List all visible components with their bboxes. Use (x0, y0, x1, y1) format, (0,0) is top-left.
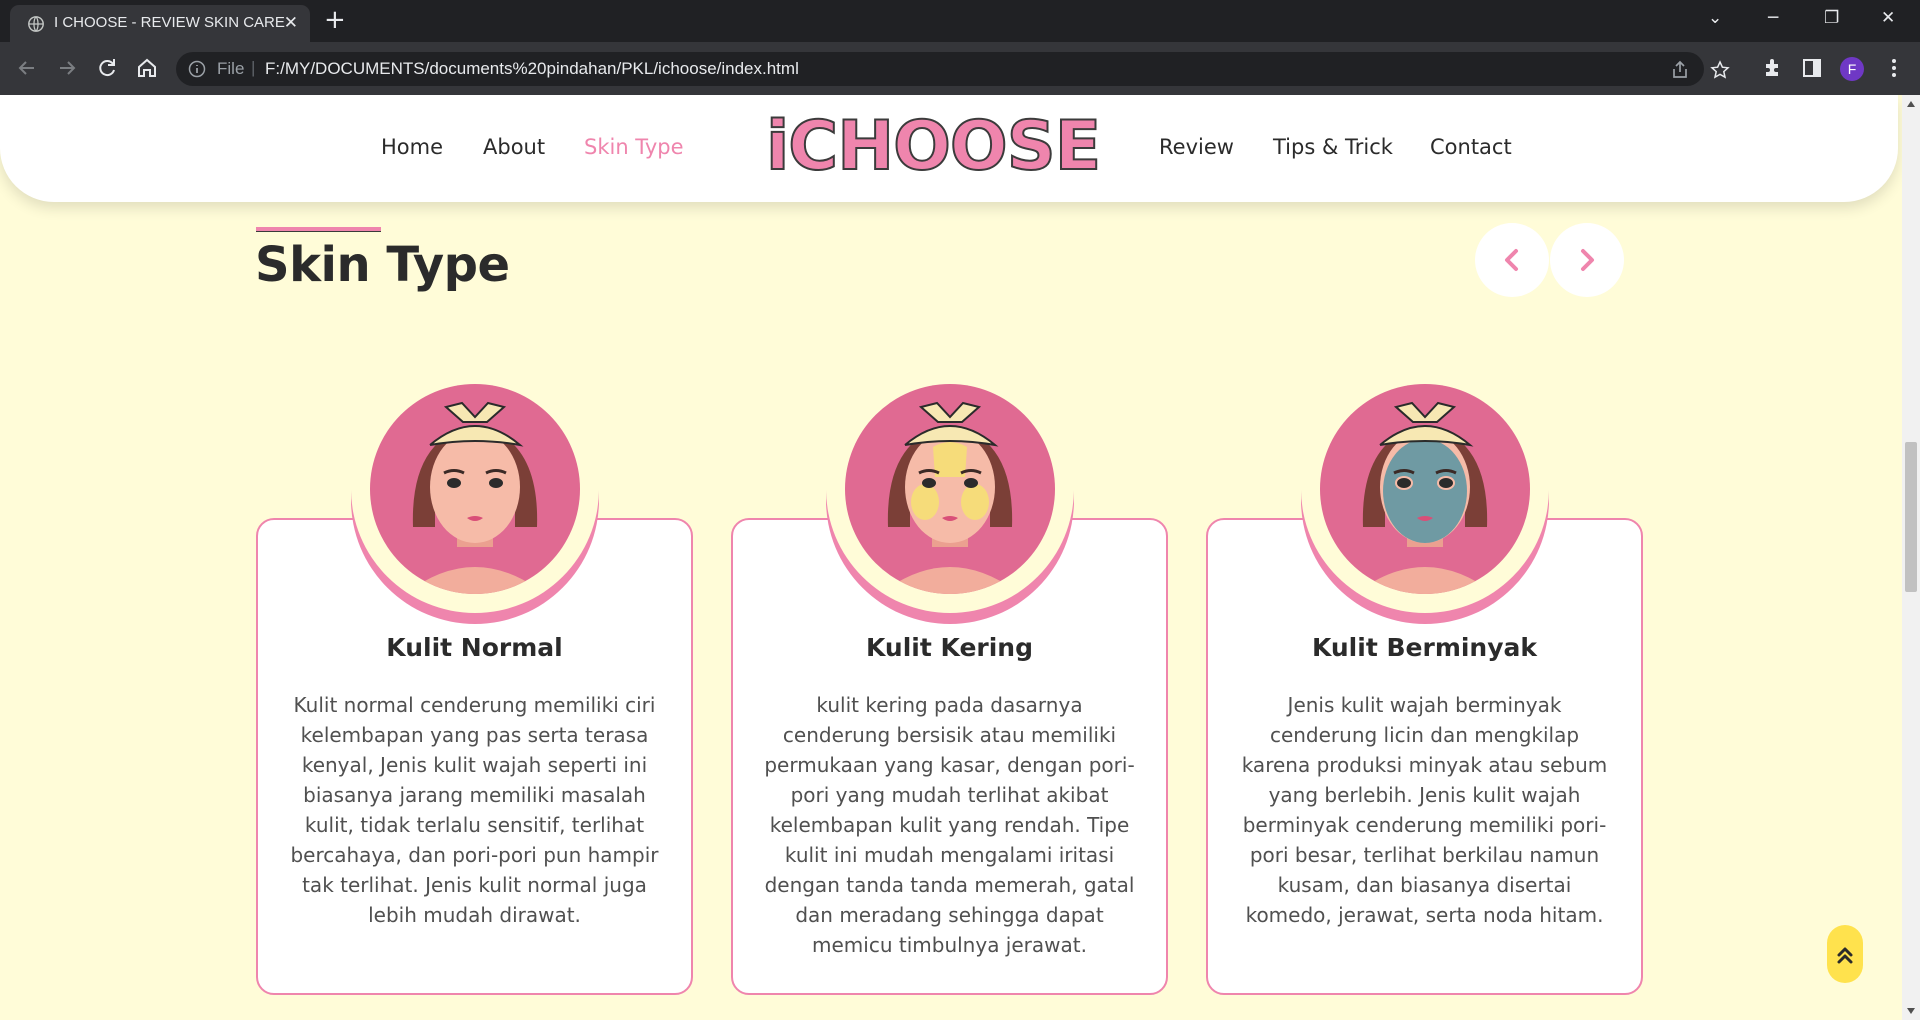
card-title: Kulit Kering (865, 633, 1033, 662)
minimize-icon[interactable]: ─ (1768, 8, 1778, 28)
share-icon[interactable] (1670, 60, 1690, 80)
browser-toolbar: File | F:/MY/DOCUMENTS/documents%20pinda… (0, 42, 1920, 95)
nav-home[interactable]: Home (381, 135, 443, 159)
card-description: Jenis kulit wajah berminyak cenderung li… (1241, 693, 1608, 927)
browser-tab-strip: I CHOOSE - REVIEW SKIN CARE ✕ + ⌄ ─ ❐ ✕ (0, 0, 1920, 42)
nav-contact[interactable]: Contact (1430, 135, 1512, 159)
bookmark-star-icon[interactable] (1710, 60, 1730, 80)
nav-review[interactable]: Review (1159, 135, 1234, 159)
chevron-left-icon (1505, 249, 1518, 271)
extensions-puzzle-icon[interactable] (1762, 57, 1784, 79)
restore-icon[interactable]: ❐ (1824, 8, 1839, 28)
browser-tab[interactable]: I CHOOSE - REVIEW SKIN CARE ✕ (10, 5, 310, 42)
page-viewport: Home About Skin Type iCHOOSE Review Tips… (0, 95, 1902, 1020)
forward-arrow-icon[interactable] (54, 55, 80, 81)
card-description: kulit kering pada dasarnya cenderung ber… (764, 693, 1135, 957)
profile-avatar[interactable]: F (1840, 57, 1864, 81)
nav-about[interactable]: About (483, 135, 545, 159)
info-icon[interactable] (188, 60, 206, 78)
card-title: Kulit Normal (386, 633, 563, 662)
scroll-up-arrow-icon[interactable] (1907, 101, 1915, 107)
address-prefix: File (217, 59, 245, 78)
scrollbar-thumb[interactable] (1905, 442, 1917, 592)
globe-icon (28, 16, 44, 32)
title-accent-bar (256, 227, 381, 232)
reload-icon[interactable] (94, 55, 120, 81)
woman-face-dry-illustration (825, 365, 1075, 625)
scroll-down-arrow-icon[interactable] (1907, 1008, 1915, 1014)
new-tab-button[interactable]: + (324, 7, 346, 33)
woman-face-normal-illustration (350, 365, 600, 625)
card-title: Kulit Berminyak (1311, 633, 1538, 662)
nav-skin-type[interactable]: Skin Type (584, 135, 684, 159)
address-bar[interactable]: File | F:/MY/DOCUMENTS/documents%20pinda… (176, 52, 1730, 86)
chevron-right-icon (1581, 249, 1594, 271)
double-chevron-up-icon (1837, 947, 1853, 964)
woman-face-oily-illustration (1300, 365, 1550, 625)
tab-search-chevron-icon[interactable]: ⌄ (1708, 8, 1722, 28)
scroll-to-top-button[interactable] (1827, 925, 1863, 983)
carousel-next-button[interactable] (1550, 223, 1624, 297)
side-panel-icon[interactable] (1801, 57, 1823, 79)
section-title: Skin Type (255, 237, 510, 293)
back-arrow-icon[interactable] (14, 55, 40, 81)
site-logo[interactable]: iCHOOSE (765, 106, 1102, 187)
close-tab-icon[interactable]: ✕ (284, 14, 298, 32)
tab-title: I CHOOSE - REVIEW SKIN CARE (54, 14, 285, 31)
address-url[interactable]: F:/MY/DOCUMENTS/documents%20pindahan/PKL… (265, 59, 799, 79)
address-divider: | (251, 58, 256, 77)
page-scrollbar[interactable] (1902, 95, 1920, 1020)
more-menu-icon[interactable] (1883, 57, 1905, 79)
site-header: Home About Skin Type iCHOOSE Review Tips… (0, 95, 1898, 202)
carousel-prev-button[interactable] (1475, 223, 1549, 297)
card-description: Kulit normal cenderung memiliki ciri kel… (290, 693, 659, 927)
close-window-icon[interactable]: ✕ (1881, 8, 1895, 28)
home-icon[interactable] (134, 55, 160, 81)
nav-tips-trick[interactable]: Tips & Trick (1273, 135, 1393, 159)
